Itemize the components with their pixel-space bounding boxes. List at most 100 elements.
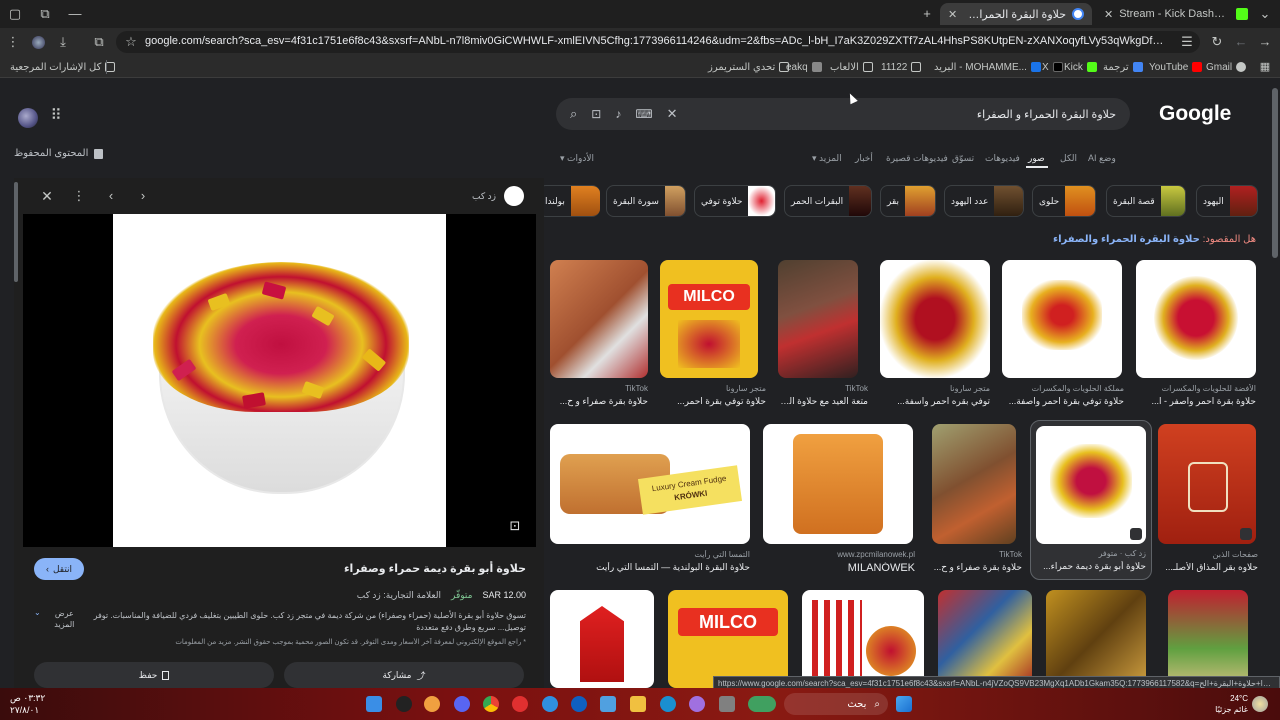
chip-jews-count[interactable]: عدد اليهود xyxy=(944,185,1024,217)
reload-icon[interactable]: ↻ xyxy=(1210,34,1224,50)
taskbar-search[interactable]: بحث ⌕ xyxy=(784,693,888,715)
result-title[interactable]: حلاوة أبو بقرة ديمة حمراء... xyxy=(1034,561,1146,572)
profile-avatar[interactable] xyxy=(32,36,45,49)
bookmark-games[interactable]: الالعاب xyxy=(830,60,873,74)
result-card[interactable]: متجر سارونا توفي بقره احمر واسفة... xyxy=(880,260,990,410)
result-image[interactable] xyxy=(880,260,990,378)
result-card[interactable]: www.zpcmilanowek.pl MILANÓWEK xyxy=(763,424,915,576)
tools-button[interactable]: الأدوات ▾ xyxy=(560,153,594,164)
clear-icon[interactable]: ✕ xyxy=(667,106,678,122)
lens-search-icon[interactable]: ⊡ xyxy=(507,518,523,534)
store-icon[interactable] xyxy=(600,696,616,712)
result-image[interactable] xyxy=(1168,590,1248,688)
result-title[interactable]: حلاوة توفي بقرة احمر... xyxy=(660,396,766,407)
search-box[interactable]: ⌕ ⊡ ♪ ⌨ ✕ حلاوة البقرة الحمراء و الصفراء xyxy=(556,98,1130,130)
back-icon[interactable]: → xyxy=(1258,34,1272,50)
bookmark-star-icon[interactable]: ☆ xyxy=(124,34,138,50)
bookmark-eakq[interactable]: eakq xyxy=(786,60,822,74)
result-image[interactable] xyxy=(802,590,924,688)
visit-button[interactable]: ‹ انتقل xyxy=(34,558,84,580)
close-tab-icon[interactable]: ✕ xyxy=(1104,8,1113,21)
page-scrollbar[interactable] xyxy=(1272,88,1278,258)
account-avatar[interactable] xyxy=(18,108,38,128)
result-title[interactable]: متعة العيد مع حلاوة البق... xyxy=(778,396,868,407)
result-card[interactable]: MILCO متجر سارونا حلاوة توفي بقرة احمر..… xyxy=(660,260,766,410)
restore-icon[interactable]: ⧉ xyxy=(38,6,52,22)
explorer-icon[interactable] xyxy=(630,696,646,712)
app-icon[interactable] xyxy=(689,696,705,712)
keyboard-icon[interactable]: ⌨ xyxy=(635,107,652,121)
chrome-icon[interactable] xyxy=(483,696,499,712)
filter-more[interactable]: المزيد ▾ xyxy=(812,153,842,164)
bookmark-icon[interactable] xyxy=(1130,528,1142,540)
result-card[interactable]: صفحات الذبن حلاوه بقر المذاق الأصلـ... xyxy=(1158,424,1258,576)
tab-search-icon[interactable]: ⌄ xyxy=(1258,6,1272,22)
scrollbar-thumb[interactable] xyxy=(14,182,18,282)
result-image[interactable] xyxy=(1036,426,1146,544)
omnibox[interactable]: ☆ google.com/search?sca_esv=4f31c1751e6f… xyxy=(116,31,1200,53)
result-image[interactable] xyxy=(550,260,648,378)
bookmark-mail[interactable]: البريد - MOHAMME... xyxy=(934,60,1041,74)
app-icon[interactable] xyxy=(396,696,412,712)
download-icon[interactable]: ⤓ xyxy=(56,34,70,50)
preview-image[interactable] xyxy=(113,214,446,547)
filter-shorts[interactable]: فيديوهات قصيرة xyxy=(886,153,948,164)
site-settings-icon[interactable]: ☰ xyxy=(1180,34,1194,50)
bookmark-gmail[interactable]: Gmail xyxy=(1206,60,1247,74)
share-button[interactable]: مشاركة ⤴ xyxy=(284,662,524,688)
edge-icon[interactable] xyxy=(660,696,676,712)
result-image[interactable] xyxy=(932,424,1016,544)
chip-poland[interactable]: بولندا xyxy=(538,185,600,217)
extensions-icon[interactable]: ⧉ xyxy=(92,34,106,50)
grid-icon[interactable]: ▦ xyxy=(1258,59,1272,75)
bookmark-kick[interactable]: Kick xyxy=(1064,60,1097,74)
did-you-mean-link[interactable]: حلاوة البقرة الحمراء والصفراء xyxy=(1053,234,1200,245)
result-card[interactable]: TikTok حلاوة بقرة صفراء و ح... xyxy=(550,260,648,410)
chip-jews[interactable]: اليهود xyxy=(1196,185,1258,217)
clock[interactable]: ٠٣:٣٢ ص ٢٧/٨/٠١ xyxy=(10,692,45,716)
more-options-icon[interactable]: ⋮ xyxy=(72,188,86,204)
search-icon[interactable]: ⌕ xyxy=(570,106,577,122)
result-card[interactable]: مملكة الحلويات والمكسرات حلاوة توفي بقرة… xyxy=(1002,260,1124,410)
filter-videos[interactable]: فيديوهات xyxy=(985,153,1020,164)
weather-widget[interactable]: 24°C غائم جزئيًا xyxy=(1208,693,1248,715)
result-title[interactable]: حلاوه بقر المذاق الأصلـ... xyxy=(1158,562,1258,573)
result-title[interactable]: توفي بقره احمر واسفة... xyxy=(880,396,990,407)
result-card[interactable]: TikTok حلاوة بقرة صفراء و ح... xyxy=(932,424,1022,576)
chip-red-cows[interactable]: البقرات الحمر xyxy=(784,185,872,217)
menu-dots-icon[interactable]: ⋮ xyxy=(6,34,20,50)
result-image[interactable] xyxy=(1046,590,1146,688)
discord-icon[interactable] xyxy=(454,696,470,712)
start-icon[interactable] xyxy=(896,696,912,712)
close-icon[interactable]: ✕ xyxy=(40,188,54,204)
result-title[interactable]: MILANÓWEK xyxy=(765,562,915,574)
chip-surah[interactable]: سورة البقرة xyxy=(606,185,686,217)
result-image[interactable] xyxy=(763,424,913,544)
forward-icon[interactable]: ← xyxy=(1234,34,1248,50)
result-title[interactable]: حلاوة بقرة صفراء و ح... xyxy=(932,562,1022,573)
bookmark-x[interactable]: X xyxy=(1042,60,1063,74)
app-icon[interactable] xyxy=(719,696,735,712)
bookmark-translate[interactable]: ترجمة xyxy=(1103,60,1143,74)
hp-icon[interactable] xyxy=(571,696,587,712)
site-header[interactable]: زد كب xyxy=(472,186,524,206)
tab-search[interactable]: ✕ حلاوة البقرة الحمراء و الصفراء - بحث xyxy=(940,3,1092,25)
url-text[interactable]: google.com/search?sca_esv=4f31c1751e6f8c… xyxy=(145,35,1165,47)
close-tab-icon[interactable]: ✕ xyxy=(948,8,957,21)
app-icon[interactable] xyxy=(366,696,382,712)
result-title[interactable]: حلاوة البقرة البولندية — التمسا التي رأي… xyxy=(550,562,750,573)
saved-content-link[interactable]: المحتوى المحفوظ xyxy=(14,148,104,159)
app-icon[interactable] xyxy=(748,696,776,712)
chip-cow-story[interactable]: قصة البقرة xyxy=(1106,185,1186,217)
next-icon[interactable]: › xyxy=(136,188,150,204)
result-card[interactable]: Luxury Cream Fudge KRÓWKI التمسا التي رأي… xyxy=(550,424,750,576)
bookmark-icon[interactable] xyxy=(1240,528,1252,540)
result-image[interactable] xyxy=(1158,424,1256,544)
result-image[interactable] xyxy=(1136,260,1256,378)
result-image[interactable]: Luxury Cream Fudge KRÓWKI xyxy=(550,424,750,544)
help-icon[interactable] xyxy=(542,696,558,712)
lens-icon[interactable]: ⊡ xyxy=(591,107,601,121)
prev-icon[interactable]: ‹ xyxy=(104,188,118,204)
filter-images[interactable]: صور xyxy=(1028,153,1045,164)
tab-kick[interactable]: ✕ Stream - Kick Dashboard xyxy=(1096,3,1256,25)
